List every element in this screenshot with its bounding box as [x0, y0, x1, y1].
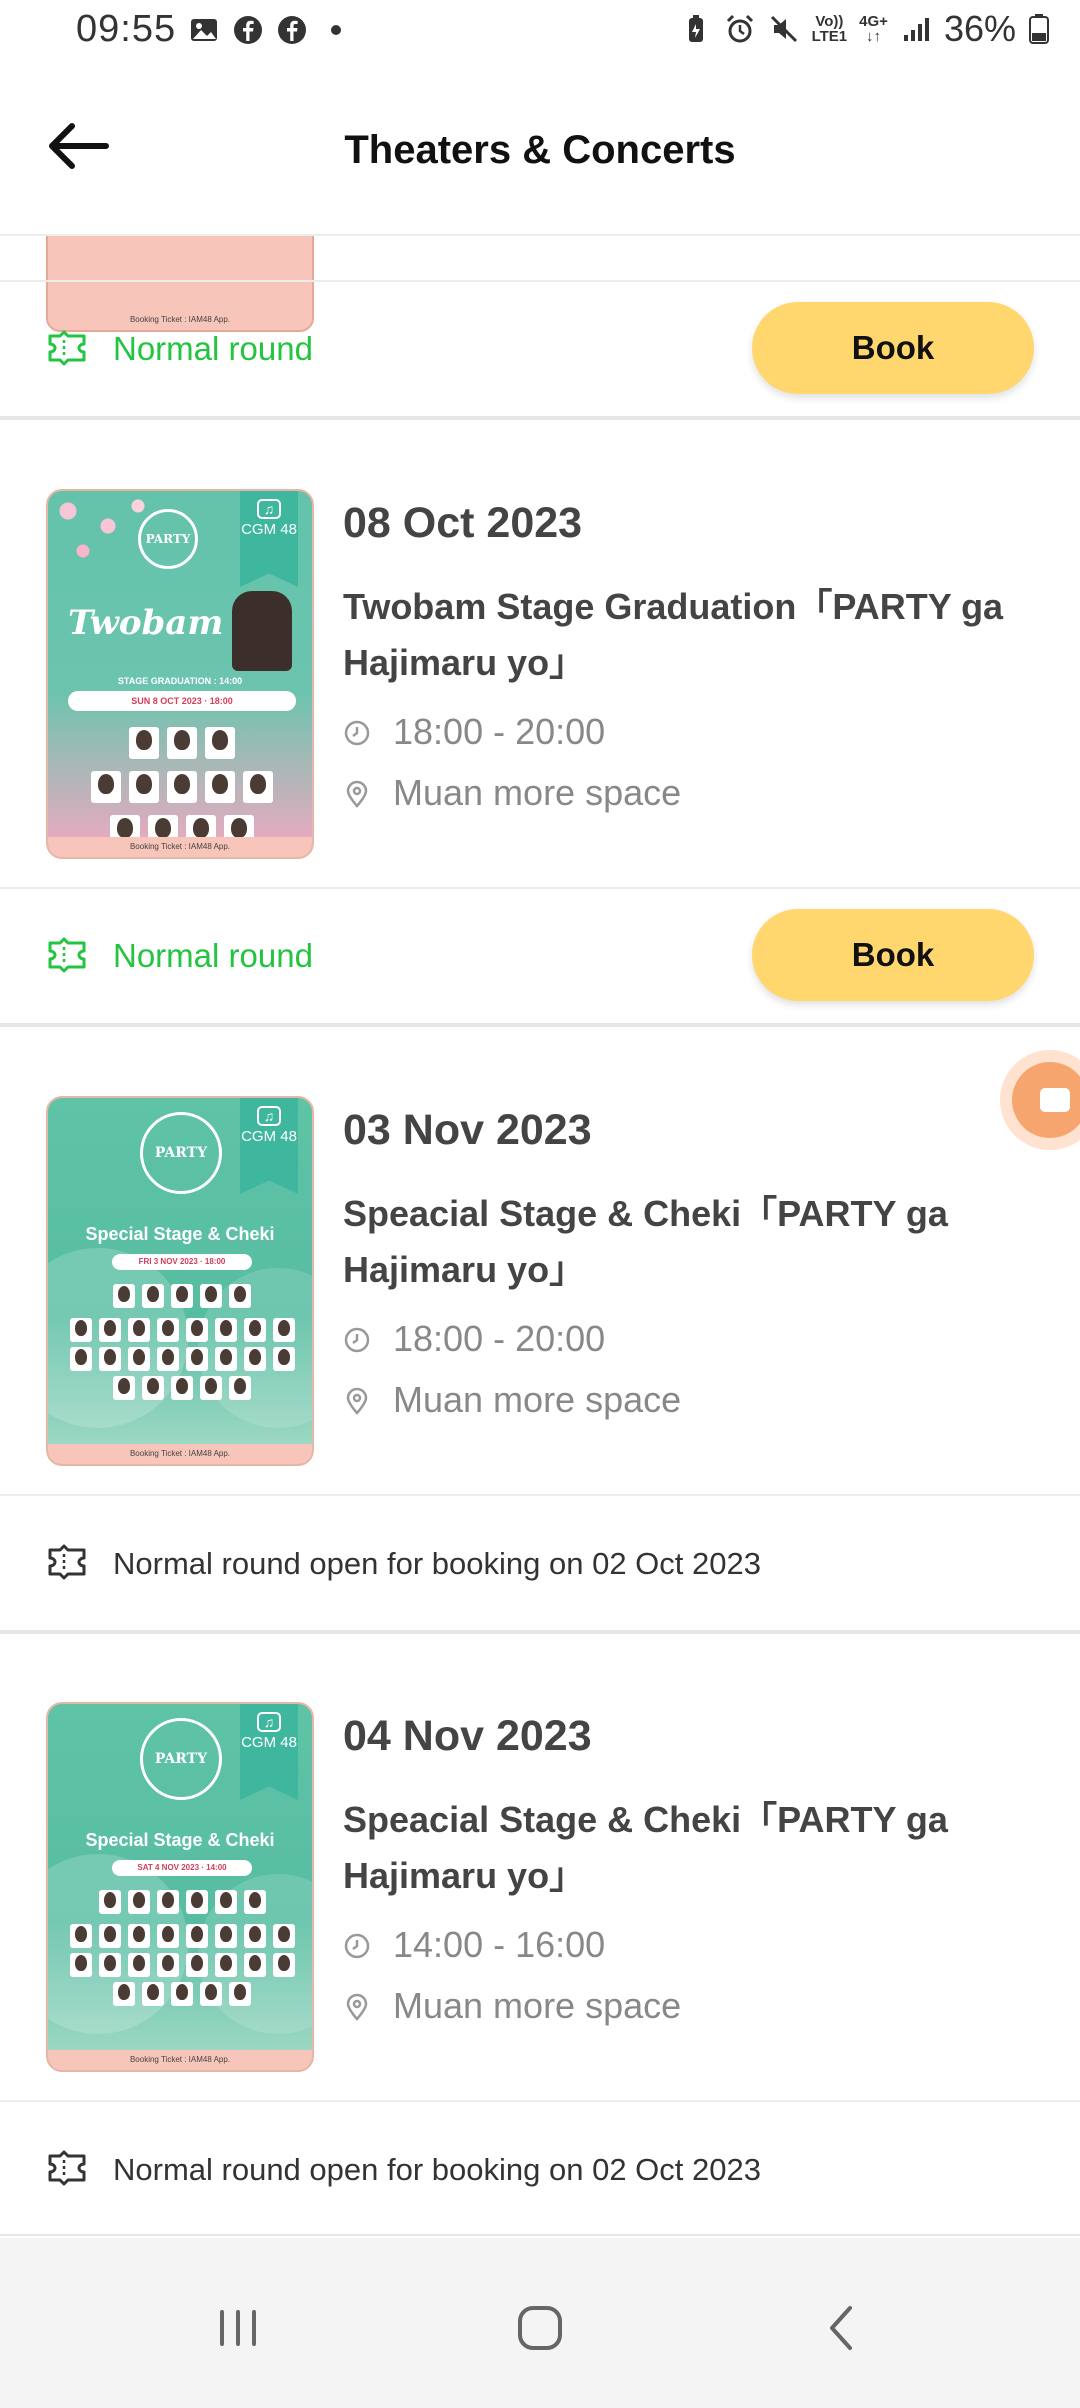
round-row: Normal round open for booking on 02 Oct …: [0, 2102, 1080, 2236]
poster-footer: Booking Ticket : IAM48 App.: [48, 837, 312, 857]
facebook-icon: [234, 16, 262, 44]
signal-icon: [903, 18, 929, 41]
round-row: Normal round open for booking on 02 Oct …: [0, 1496, 1080, 1630]
section-divider: [0, 1023, 1080, 1027]
poster-date: FRI 3 NOV 2023 · 18:00: [112, 1254, 252, 1270]
poster-title: Special Stage & Cheki: [85, 1830, 275, 1850]
poster-title: Special Stage & Cheki: [85, 1224, 275, 1244]
location-pin-icon: [346, 780, 368, 808]
back-nav-icon[interactable]: [812, 2298, 872, 2358]
notification-icons: [188, 14, 352, 46]
event-name: Twobam Stage Graduation「PARTY ga Hajimar…: [343, 586, 1004, 683]
poster-date: SAT 4 NOV 2023 · 14:00: [112, 1860, 252, 1876]
round-label: Normal round open for booking on 02 Oct …: [113, 2152, 761, 2187]
event-date: 04 Nov 2023: [343, 1712, 592, 1760]
system-nav-bar: [0, 2238, 1080, 2408]
ticket-icon: [48, 330, 86, 366]
event-poster[interactable]: PARTY Special Stage & Cheki FRI 3 NOV 20…: [46, 1096, 314, 1466]
section-divider: [0, 416, 1080, 420]
event-poster[interactable]: PARTY Special Stage & Cheki SAT 4 NOV 20…: [46, 1702, 314, 2072]
video-camera-icon: [1012, 1062, 1080, 1138]
volte-indicator: Vo)) LTE1: [811, 13, 848, 45]
round-label: Normal round: [113, 330, 313, 367]
event-poster[interactable]: PARTY Twobam STAGE GRADUATION : 14:00 SU…: [46, 489, 314, 859]
round-row: Normal round Book: [0, 282, 1080, 416]
poster-date: SUN 8 OCT 2023 · 18:00: [68, 691, 296, 711]
event-list[interactable]: Booking Ticket : IAM48 App. Normal round…: [0, 236, 1080, 2236]
party-logo: PARTY: [138, 509, 198, 569]
poster-members: [58, 1284, 306, 1400]
mute-icon: [770, 15, 797, 43]
alarm-icon: [726, 14, 753, 43]
ticket-icon: [48, 1544, 86, 1580]
app-bar: Theaters & Concerts: [0, 66, 1080, 236]
clock-icon: [344, 1327, 370, 1353]
cgm48-badge: ♫ CGM 48: [240, 1098, 298, 1194]
cgm48-badge: ♫ CGM 48: [240, 491, 298, 587]
party-logo: PARTY: [140, 1112, 222, 1194]
section-divider: [0, 1630, 1080, 1634]
book-button[interactable]: Book: [752, 909, 1034, 1001]
cgm48-badge: ♫ CGM 48: [240, 1704, 298, 1800]
status-time: 09:55: [76, 8, 177, 50]
location-pin-icon: [346, 1993, 368, 2021]
event-name: Speacial Stage & Cheki「PARTY ga Hajimaru…: [343, 1193, 948, 1290]
round-row: Normal round Book: [0, 889, 1080, 1023]
clock-icon: [344, 1933, 370, 1959]
event-date: 03 Nov 2023: [343, 1106, 592, 1154]
poster-subtitle: STAGE GRADUATION : 14:00: [117, 676, 243, 686]
event-date: 08 Oct 2023: [343, 499, 583, 547]
location-pin-icon: [346, 1387, 368, 1415]
dot-icon: [331, 25, 341, 35]
round-label: Normal round open for booking on 02 Oct …: [113, 1546, 761, 1581]
event-name: Speacial Stage & Cheki「PARTY ga Hajimaru…: [343, 1799, 948, 1896]
floating-action-button[interactable]: [1000, 1050, 1080, 1150]
battery-saver-icon: [688, 15, 703, 42]
book-button[interactable]: Book: [752, 302, 1034, 394]
battery-icon: [1029, 14, 1049, 44]
home-icon[interactable]: [510, 2298, 570, 2358]
poster-title: Twobam: [68, 603, 224, 643]
page-title: Theaters & Concerts: [344, 128, 736, 172]
party-logo: PARTY: [140, 1718, 222, 1800]
network-type: 4G+ ↓↑: [859, 13, 888, 45]
poster-members: [58, 1890, 306, 2006]
ticket-icon: [48, 937, 86, 973]
poster-members: [58, 727, 306, 847]
status-bar: 09:55 Vo)) LTE1 4G+ ↓↑ 36%: [0, 0, 1080, 66]
recent-apps-icon[interactable]: [208, 2298, 268, 2358]
round-label: Normal round: [113, 937, 313, 974]
poster-footer: Booking Ticket : IAM48 App.: [48, 1444, 312, 1464]
facebook-icon: [278, 16, 306, 44]
clock-icon: [344, 720, 370, 746]
poster-footer: Booking Ticket : IAM48 App.: [48, 2050, 312, 2070]
battery-percent: 36%: [943, 8, 1016, 49]
section-divider: [0, 2234, 1080, 2236]
gallery-icon: [191, 19, 217, 41]
system-icons: Vo)) LTE1 4G+ ↓↑ 36%: [680, 8, 1050, 50]
ticket-icon: [48, 2150, 86, 2186]
